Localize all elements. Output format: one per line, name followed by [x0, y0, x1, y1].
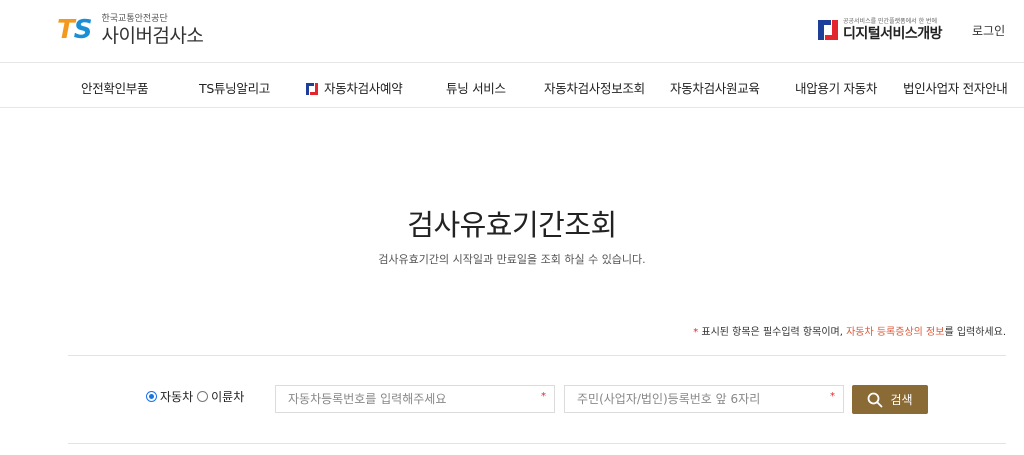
ts-logo-mark: TS — [57, 15, 92, 45]
search-button-label: 검색 — [890, 393, 913, 407]
vehicle-type-radio-group: 자동차 이륜차 — [146, 388, 248, 405]
digital-service-title: 디지털서비스개방 — [843, 26, 943, 42]
radio-car[interactable] — [146, 391, 157, 402]
nav-item-label: 자동차검사예약 — [324, 81, 403, 96]
nav-item-corporate-notice[interactable]: 법인사업자 전자안내 — [903, 78, 1008, 97]
digital-service-icon — [818, 20, 838, 40]
form-divider-top — [68, 355, 1006, 356]
login-link[interactable]: 로그인 — [972, 22, 1005, 39]
page-title: 검사유효기간조회 — [407, 208, 617, 242]
nav-item-safety-parts[interactable]: 안전확인부품 — [81, 78, 149, 97]
nav-item-inspector-education[interactable]: 자동차검사원교육 — [670, 78, 760, 97]
form-divider-bottom — [68, 443, 1006, 444]
radio-motorcycle-label[interactable]: 이륜차 — [211, 388, 244, 405]
digital-service-text: 공공서비스를 민간플랫폼에서 한 번에 디지털서비스개방 — [843, 18, 943, 42]
plate-number-input[interactable] — [276, 386, 554, 412]
digital-service-icon — [306, 83, 318, 95]
notice-text-end: 를 입력하세요. — [944, 327, 1006, 338]
nav-item-inspection-info[interactable]: 자동차검사정보조회 — [544, 78, 645, 97]
required-mark: * — [541, 391, 546, 402]
site-logo[interactable]: TS 한국교통안전공단 사이버검사소 — [57, 12, 204, 48]
plate-number-field: * — [275, 385, 555, 413]
site-header: TS 한국교통안전공단 사이버검사소 공공서비스를 민간플랫폼에서 한 번에 디… — [0, 0, 1024, 63]
logo-subtitle: 한국교통안전공단 — [101, 13, 168, 24]
digital-service-subtitle: 공공서비스를 민간플랫폼에서 한 번에 — [843, 18, 938, 25]
logo-title: 사이버검사소 — [101, 24, 204, 47]
nav-item-inspection-reservation[interactable]: 자동차검사예약 — [306, 78, 403, 97]
radio-car-label[interactable]: 자동차 — [160, 388, 193, 405]
main-nav: 안전확인부품 TS튜닝알리고 자동차검사예약 튜닝 서비스 자동차검사정보조회 … — [0, 63, 1024, 108]
radio-motorcycle[interactable] — [197, 391, 209, 402]
required-mark: * — [830, 391, 835, 402]
nav-item-tuning-service[interactable]: 튜닝 서비스 — [446, 78, 506, 97]
digital-service-banner[interactable]: 공공서비스를 민간플랫폼에서 한 번에 디지털서비스개방 — [818, 17, 943, 43]
id-number-input[interactable] — [565, 386, 843, 412]
search-button[interactable]: 검색 — [852, 385, 928, 414]
required-notice: * 표시된 항목은 필수입력 항목이며, 자동차 등록증상의 정보를 입력하세요… — [693, 323, 1006, 338]
page-description: 검사유효기간의 시작일과 만료일을 조회 하실 수 있습니다. — [378, 253, 646, 266]
registration-info-link: 자동차 등록증상의 정보 — [846, 327, 945, 338]
notice-text: 표시된 항목은 필수입력 항목이며, — [698, 327, 847, 338]
nav-item-pressure-vessel[interactable]: 내압용기 자동차 — [795, 78, 877, 97]
search-icon — [868, 392, 883, 407]
id-number-field: * — [564, 385, 844, 413]
nav-item-ts-tuning[interactable]: TS튜닝알리고 — [199, 78, 270, 97]
logo-text: 한국교통안전공단 사이버검사소 — [101, 13, 204, 47]
